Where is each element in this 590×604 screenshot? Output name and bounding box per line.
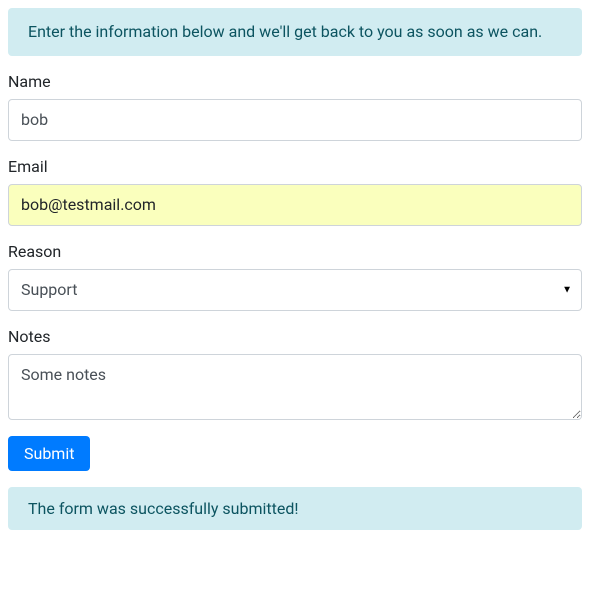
name-label: Name xyxy=(8,72,582,91)
reason-select[interactable]: Support xyxy=(8,269,582,311)
email-label: Email xyxy=(8,157,582,176)
name-group: Name xyxy=(8,72,582,141)
reason-group: Reason Support ▼ xyxy=(8,242,582,311)
email-input[interactable] xyxy=(8,184,582,226)
notes-group: Notes Some notes xyxy=(8,327,582,420)
info-alert: Enter the information below and we'll ge… xyxy=(8,8,582,56)
success-alert: The form was successfully submitted! xyxy=(8,487,582,530)
notes-textarea[interactable]: Some notes xyxy=(8,354,582,420)
name-input[interactable] xyxy=(8,99,582,141)
submit-button[interactable]: Submit xyxy=(8,436,90,471)
reason-label: Reason xyxy=(8,242,582,261)
email-group: Email xyxy=(8,157,582,226)
notes-label: Notes xyxy=(8,327,582,346)
